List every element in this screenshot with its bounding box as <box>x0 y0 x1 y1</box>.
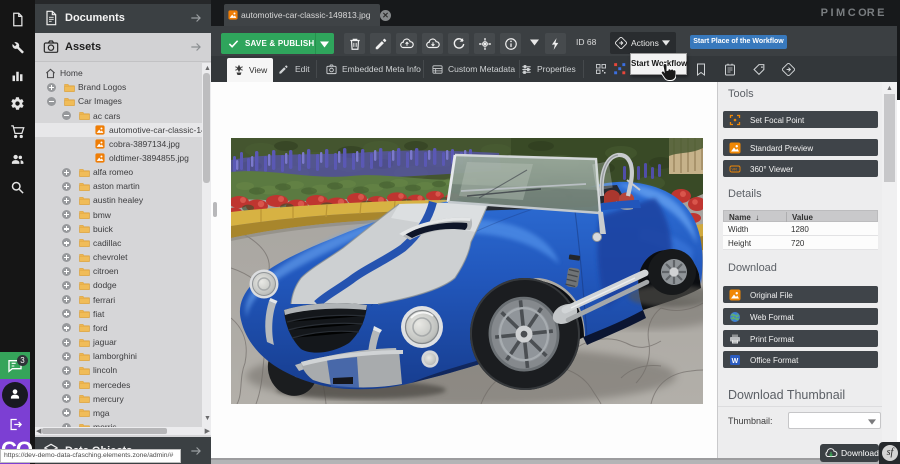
svg-text:VR: VR <box>732 166 738 171</box>
svg-text:W: W <box>732 357 739 364</box>
